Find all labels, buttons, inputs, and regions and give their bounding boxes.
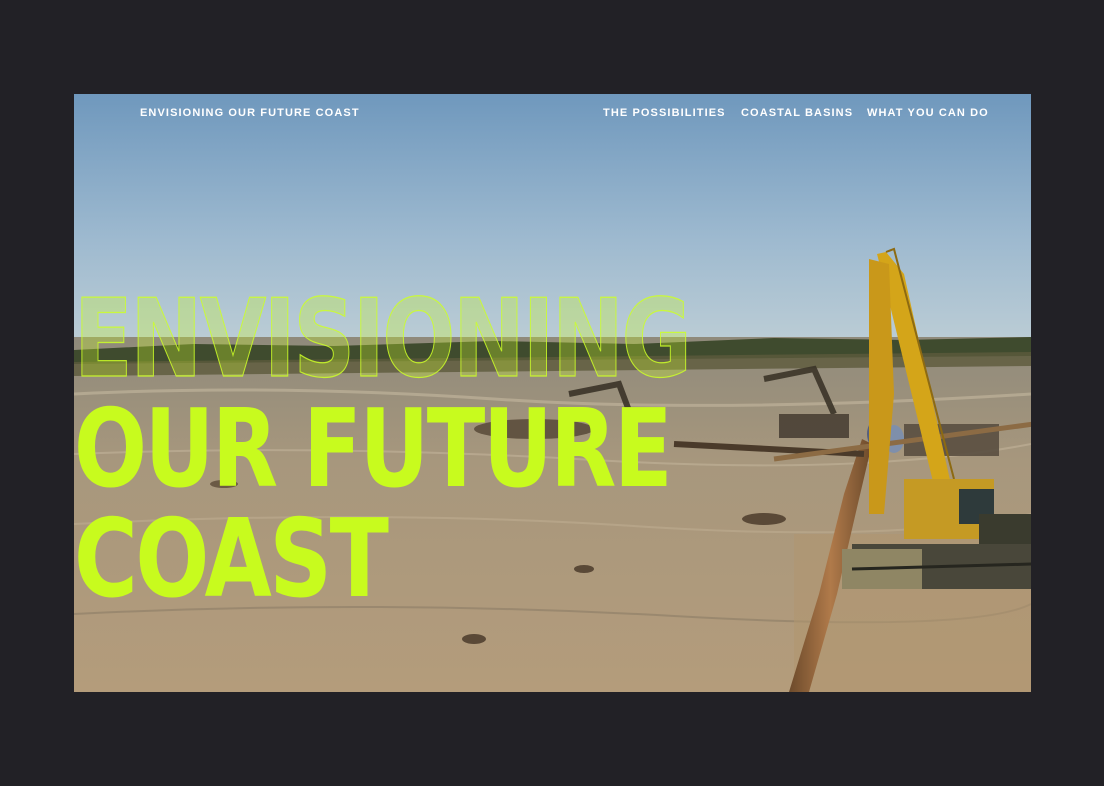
hero-frame: ENVISIONING OUR FUTURE COAST THE POSSIBI… [74, 94, 1031, 692]
top-navigation: ENVISIONING OUR FUTURE COAST THE POSSIBI… [74, 94, 1031, 134]
site-title-link[interactable]: ENVISIONING OUR FUTURE COAST [140, 107, 360, 119]
headline-line-envisioning: ENVISIONING [74, 277, 692, 402]
headline-line-coast: COAST [74, 497, 389, 622]
hero-headline: ENVISIONING OUR FUTURE COAST [74, 277, 848, 622]
nav-link-the-possibilities[interactable]: THE POSSIBILITIES [603, 107, 726, 119]
nav-link-coastal-basins[interactable]: COASTAL BASINS [741, 107, 853, 119]
nav-link-what-you-can-do[interactable]: WHAT YOU CAN DO [867, 107, 989, 119]
headline-line-our-future: OUR FUTURE [74, 387, 673, 512]
